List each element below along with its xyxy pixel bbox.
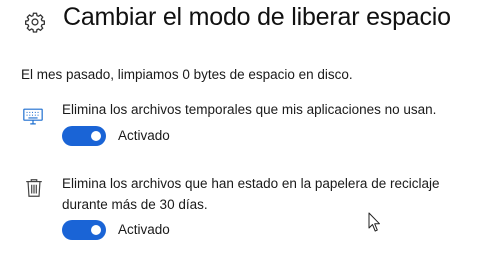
monitor-icon <box>23 108 43 125</box>
gear-icon <box>25 12 45 33</box>
mouse-pointer-icon <box>368 212 380 232</box>
toggle-knob <box>91 131 101 141</box>
page-title: Cambiar el modo de liberar espacio <box>63 3 451 31</box>
temp-files-setting-text: Elimina los archivos temporales que mis … <box>62 102 437 117</box>
trash-icon <box>26 179 42 197</box>
recycle-bin-toggle[interactable] <box>62 220 106 240</box>
storage-settings-page: Cambiar el modo de liberar espacio El me… <box>0 0 500 258</box>
cleanup-summary: El mes pasado, limpiamos 0 bytes de espa… <box>21 67 353 82</box>
recycle-bin-toggle-label: Activado <box>118 222 170 237</box>
recycle-bin-setting-text: Elimina los archivos que han estado en l… <box>62 176 440 212</box>
toggle-knob <box>91 225 101 235</box>
temp-files-toggle-label: Activado <box>118 128 170 143</box>
temp-files-toggle[interactable] <box>62 126 106 146</box>
